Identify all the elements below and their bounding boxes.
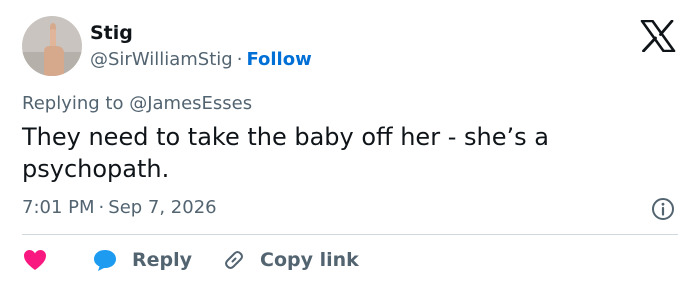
link-icon xyxy=(225,251,244,269)
reply-button[interactable]: Reply xyxy=(92,248,192,272)
action-bar: Reply Copy link xyxy=(22,245,359,275)
author-name[interactable]: Stig xyxy=(90,22,133,44)
handle-separator: · xyxy=(236,49,243,70)
timestamp-separator: · xyxy=(98,197,105,218)
avatar-image xyxy=(22,16,82,76)
like-button[interactable] xyxy=(22,248,72,272)
reply-label: Reply xyxy=(132,249,193,271)
follow-button[interactable]: Follow xyxy=(246,49,311,70)
divider xyxy=(22,234,678,235)
tweet-text: They need to take the baby off her - she… xyxy=(22,123,549,183)
copy-link-button[interactable]: Copy link xyxy=(222,248,359,272)
reply-context: Replying to @JamesEsses xyxy=(22,93,252,114)
x-logo-icon[interactable] xyxy=(640,20,676,52)
heart-icon xyxy=(24,250,46,270)
tweet-time: 7:01 PM xyxy=(22,197,95,218)
reply-context-prefix: Replying to xyxy=(22,93,124,114)
info-icon[interactable] xyxy=(651,197,675,221)
author-handle[interactable]: @SirWilliamStig xyxy=(90,49,233,70)
speech-bubble-icon xyxy=(94,250,116,271)
author-handle-row: @SirWilliamStig · Follow xyxy=(90,49,312,70)
author-avatar[interactable] xyxy=(22,16,82,76)
reply-mention-link[interactable]: @JamesEsses xyxy=(129,93,252,114)
tweet-timestamp[interactable]: 7:01 PM · Sep 7, 2026 xyxy=(22,197,217,218)
tweet-date: Sep 7, 2026 xyxy=(108,197,217,218)
copy-link-label: Copy link xyxy=(260,249,359,271)
